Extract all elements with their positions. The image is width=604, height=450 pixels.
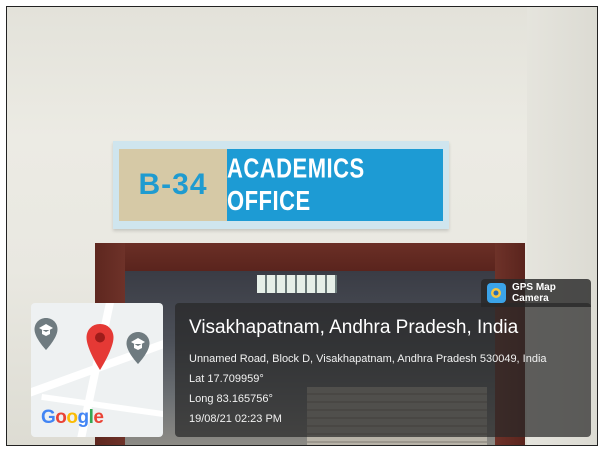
sign-title: ACADEMICS OFFICE bbox=[227, 152, 365, 217]
longitude: Long 83.165756° bbox=[189, 393, 273, 405]
school-pin-icon bbox=[34, 318, 58, 350]
address: Unnamed Road, Block D, Visakhapatnam, An… bbox=[189, 353, 547, 365]
sign-title-panel: ACADEMICS OFFICE bbox=[227, 149, 443, 221]
map-pin-icon bbox=[86, 324, 114, 370]
school-pin-icon bbox=[126, 332, 150, 364]
door-frame-top bbox=[95, 243, 525, 271]
app-name: GPS Map Camera bbox=[511, 282, 556, 304]
office-sign: B-34 ACADEMICS OFFICE bbox=[113, 141, 449, 229]
google-logo: Google bbox=[41, 407, 104, 428]
date-time: 19/08/21 02:23 PM bbox=[189, 413, 282, 425]
place-name: Visakhapatnam, Andhra Pradesh, India bbox=[189, 317, 519, 338]
corridor-window bbox=[257, 275, 337, 293]
map-thumbnail: Google bbox=[31, 303, 163, 437]
camera-icon bbox=[487, 283, 506, 303]
sign-code: B-34 bbox=[138, 168, 208, 201]
latitude: Lat 17.709959° bbox=[189, 373, 264, 385]
photo-frame: B-34 ACADEMICS OFFICE Google GPS Map Cam… bbox=[6, 6, 598, 446]
sign-code-panel: B-34 bbox=[119, 149, 227, 221]
location-info-panel: Visakhapatnam, Andhra Pradesh, India Unn… bbox=[175, 303, 591, 437]
